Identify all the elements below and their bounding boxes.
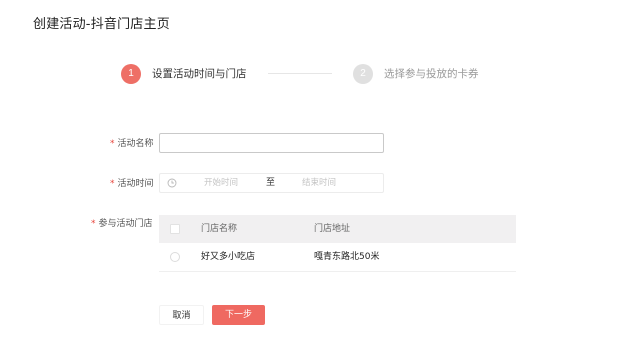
select-all-checkbox[interactable] bbox=[170, 224, 180, 234]
clock-icon bbox=[167, 178, 177, 188]
end-date-input[interactable]: 结束时间 bbox=[302, 174, 336, 192]
participating-stores-label: * 参与活动门店 bbox=[91, 217, 153, 231]
activity-name-input[interactable] bbox=[159, 133, 384, 153]
required-mark: * bbox=[91, 219, 96, 229]
table-header: 门店名称 门店地址 bbox=[159, 215, 516, 243]
activity-time-range-picker[interactable]: 开始时间 至 结束时间 bbox=[159, 173, 384, 193]
cancel-button[interactable]: 取消 bbox=[159, 305, 204, 325]
participating-stores-label-text: 参与活动门店 bbox=[98, 219, 153, 229]
table-row[interactable]: 好又多小吃店 嘎青东路北50米 bbox=[159, 243, 516, 272]
store-table: 门店名称 门店地址 好又多小吃店 嘎青东路北50米 bbox=[159, 215, 516, 272]
step-2-indicator: 2 bbox=[353, 64, 373, 84]
activity-name-label-text: 活动名称 bbox=[117, 139, 154, 149]
row-select-radio[interactable] bbox=[170, 252, 180, 262]
date-range-separator: 至 bbox=[266, 178, 276, 188]
next-step-button[interactable]: 下一步 bbox=[212, 305, 265, 325]
step-1-indicator: 1 bbox=[121, 64, 141, 84]
required-mark: * bbox=[110, 139, 115, 149]
store-address-cell: 嘎青东路北50米 bbox=[314, 252, 380, 262]
start-date-input[interactable]: 开始时间 bbox=[204, 174, 238, 192]
step-2-label: 选择参与投放的卡券 bbox=[384, 68, 479, 80]
store-name-cell: 好又多小吃店 bbox=[201, 252, 256, 262]
activity-name-label: * 活动名称 bbox=[110, 137, 154, 151]
column-header-store-name: 门店名称 bbox=[201, 224, 238, 234]
activity-time-label: * 活动时间 bbox=[110, 177, 154, 191]
column-header-store-address: 门店地址 bbox=[314, 224, 351, 234]
activity-time-label-text: 活动时间 bbox=[117, 179, 154, 189]
page-title: 创建活动-抖音门店主页 bbox=[33, 17, 170, 32]
step-connector bbox=[268, 73, 332, 74]
step-1-label: 设置活动时间与门店 bbox=[152, 68, 247, 80]
required-mark: * bbox=[110, 179, 115, 189]
